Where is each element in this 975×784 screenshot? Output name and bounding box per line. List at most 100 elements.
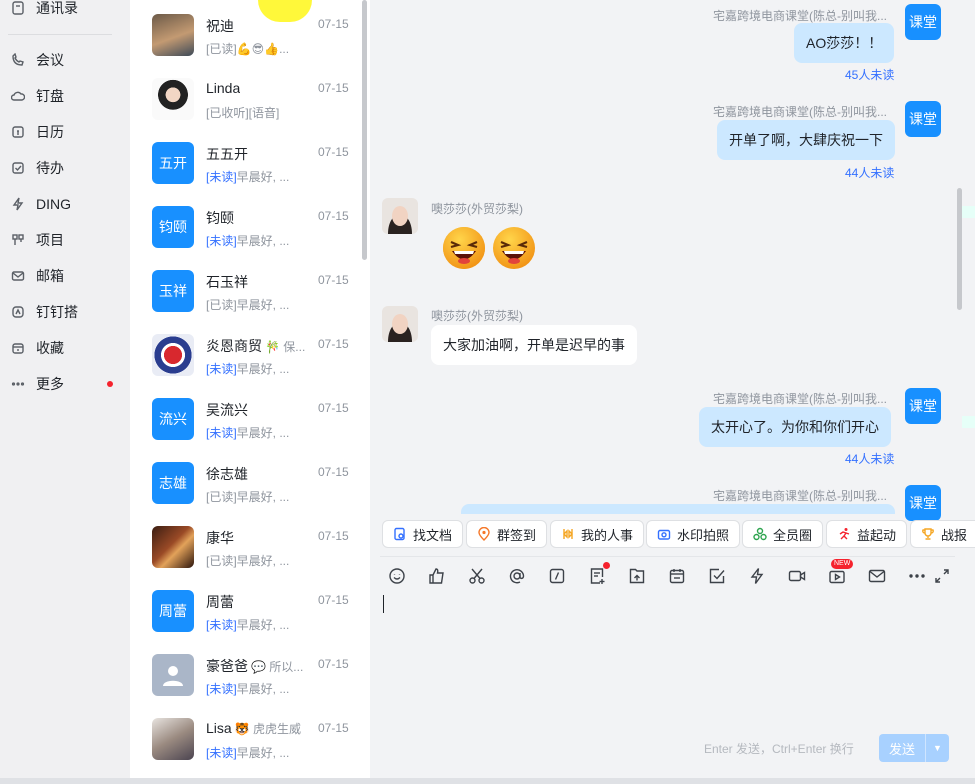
task-button[interactable]	[707, 566, 727, 586]
conversation-item[interactable]: 五开 五五开 07-15 [未读]早晨好, ...	[130, 128, 362, 192]
nav-item-todo[interactable]: 待办	[0, 153, 130, 183]
read-status: [未读]	[206, 234, 237, 248]
conversation-item[interactable]: 玉祥 石玉祥 07-15 [已读]早晨好, ...	[130, 256, 362, 320]
all-staff-circle-button[interactable]: 全员圈	[742, 520, 824, 548]
conversation-name: 豪爸爸	[206, 658, 248, 674]
avatar[interactable]: 课堂	[905, 388, 941, 424]
avatar[interactable]	[382, 198, 418, 234]
more-tools-button[interactable]	[907, 566, 927, 586]
dingtalk-window: 通讯录 会议 钉盘 日历 待办 DING 项目 邮箱 钉钉搭 收藏 更多 祝迪 …	[0, 0, 975, 784]
nav-label: 收藏	[36, 340, 64, 356]
unread-count[interactable]: 44人未读	[845, 450, 894, 467]
send-button[interactable]: 发送 ▼	[879, 734, 949, 762]
sender-name: 噢莎莎(外贸莎梨)	[431, 202, 523, 216]
conversation-time: 07-15	[318, 17, 349, 31]
message-preview: 早晨好, ...	[236, 618, 290, 632]
nav-item-project[interactable]: 项目	[0, 225, 130, 255]
nav-item-calendar[interactable]: 日历	[0, 117, 130, 147]
conversation-item[interactable]: Lisa 🐯 虎虎生威 07-15 [未读]早晨好, ...	[130, 704, 362, 768]
command-button[interactable]	[547, 566, 567, 586]
message-input[interactable]	[380, 592, 955, 722]
conversation-item[interactable]: 钧颐 钧颐 07-15 [未读]早晨好, ...	[130, 192, 362, 256]
avatar[interactable]	[382, 306, 418, 342]
avatar	[152, 526, 194, 568]
nav-item-meeting[interactable]: 会议	[0, 45, 130, 75]
conversation-item[interactable]: 流兴 吴流兴 07-15 [未读]早晨好, ...	[130, 384, 362, 448]
find-doc-button[interactable]: 找文档	[382, 520, 464, 548]
send-label: 发送	[888, 741, 915, 757]
ding-button[interactable]	[747, 566, 767, 586]
conversation-time: 07-15	[318, 721, 349, 735]
nav-label: 钉盘	[36, 88, 64, 104]
conversation-name: 周蕾	[206, 594, 234, 610]
nav-item-ding[interactable]: DING	[0, 189, 130, 219]
conversation-time: 07-15	[318, 401, 349, 415]
conversation-item[interactable]: Linda 07-15 [已收听][语音]	[130, 64, 362, 128]
read-status: [已读]	[206, 298, 237, 312]
watermark-photo-button[interactable]: 水印拍照	[646, 520, 741, 548]
conversation-item[interactable]: 周蕾 周蕾 07-15 [未读]早晨好, ...	[130, 576, 362, 640]
screenshot-button[interactable]	[467, 566, 487, 586]
nav-label: 更多	[36, 376, 64, 392]
sender-name: 宅嘉跨境电商课堂(陈总-别叫我...	[713, 105, 887, 119]
message-preview: 早晨好, ...	[236, 490, 290, 504]
read-status: [已读]	[206, 554, 237, 568]
avatar[interactable]: 课堂	[905, 485, 941, 521]
nav-label: 邮箱	[36, 268, 64, 284]
read-status: [已收听]	[206, 106, 249, 120]
doc-button[interactable]	[587, 566, 607, 586]
conversation-name: 康华	[206, 530, 234, 546]
like-button[interactable]	[427, 566, 447, 586]
conversation-item[interactable]: 炎恩商贸 🎋 保... 07-15 [未读]早晨好, ...	[130, 320, 362, 384]
nav-label: 日历	[36, 124, 64, 140]
expand-editor-button[interactable]	[932, 566, 952, 586]
my-hr-button[interactable]: 我的人事	[550, 520, 645, 548]
avatar[interactable]: 课堂	[905, 4, 941, 40]
avatar	[152, 718, 194, 760]
charity-run-button[interactable]: 益起动	[826, 520, 908, 548]
send-options-icon[interactable]: ▼	[926, 743, 949, 753]
avatar: 流兴	[152, 398, 194, 440]
schedule-button[interactable]	[667, 566, 687, 586]
contacts-icon	[11, 1, 25, 15]
message-preview: 早晨好, ...	[236, 362, 290, 376]
nav-item-dingda[interactable]: 钉钉搭	[0, 297, 130, 327]
conversation-item[interactable]: 志雄 徐志雄 07-15 [已读]早晨好, ...	[130, 448, 362, 512]
conversation-name: 五五开	[206, 146, 248, 162]
message-preview: 早晨好, ...	[236, 298, 290, 312]
battle-report-button[interactable]: 战报	[910, 520, 975, 548]
meeting-icon	[11, 53, 25, 67]
group-checkin-button[interactable]: 群签到	[466, 520, 548, 548]
nav-label: 待办	[36, 160, 64, 176]
circle-icon	[753, 527, 767, 541]
avatar: 志雄	[152, 462, 194, 504]
emoji-button[interactable]	[387, 566, 407, 586]
upload-file-button[interactable]	[627, 566, 647, 586]
mail-button[interactable]	[867, 566, 887, 586]
trophy-icon	[922, 528, 934, 540]
unread-count[interactable]: 44人未读	[845, 164, 894, 181]
list-scrollbar[interactable]	[362, 0, 367, 260]
nav-item-contacts[interactable]: 通讯录	[0, 0, 130, 23]
conversation-item[interactable]: 祝迪 07-15 [已读]💪😎👍...	[130, 0, 362, 64]
conversation-name: Lisa	[206, 720, 232, 736]
avatar[interactable]: 课堂	[905, 101, 941, 137]
conversation-list: 祝迪 07-15 [已读]💪😎👍... Linda 07-15 [已收听][语音…	[130, 0, 370, 778]
conversation-item[interactable]: 康华 07-15 [已读]早晨好, ...	[130, 512, 362, 576]
window-bottom-border	[0, 778, 975, 784]
nav-item-mail[interactable]: 邮箱	[0, 261, 130, 291]
video-call-button[interactable]	[787, 566, 807, 586]
nav-item-favorites[interactable]: 收藏	[0, 333, 130, 363]
nav-item-drive[interactable]: 钉盘	[0, 81, 130, 111]
conversation-item[interactable]: 豪爸爸 💬 所以... 07-15 [未读]早晨好, ...	[130, 640, 362, 704]
live-button[interactable]	[827, 566, 847, 586]
mention-button[interactable]	[507, 566, 527, 586]
ding-icon	[11, 197, 25, 211]
calendar-icon	[669, 569, 685, 584]
sender-name: 宅嘉跨境电商课堂(陈总-别叫我...	[713, 392, 887, 406]
nav-label: 钉钉搭	[36, 304, 78, 320]
doc-search-icon	[394, 527, 405, 541]
conversation-name: 吴流兴	[206, 402, 248, 418]
unread-count[interactable]: 45人未读	[845, 66, 894, 83]
message-preview: 早晨好, ...	[236, 746, 290, 760]
